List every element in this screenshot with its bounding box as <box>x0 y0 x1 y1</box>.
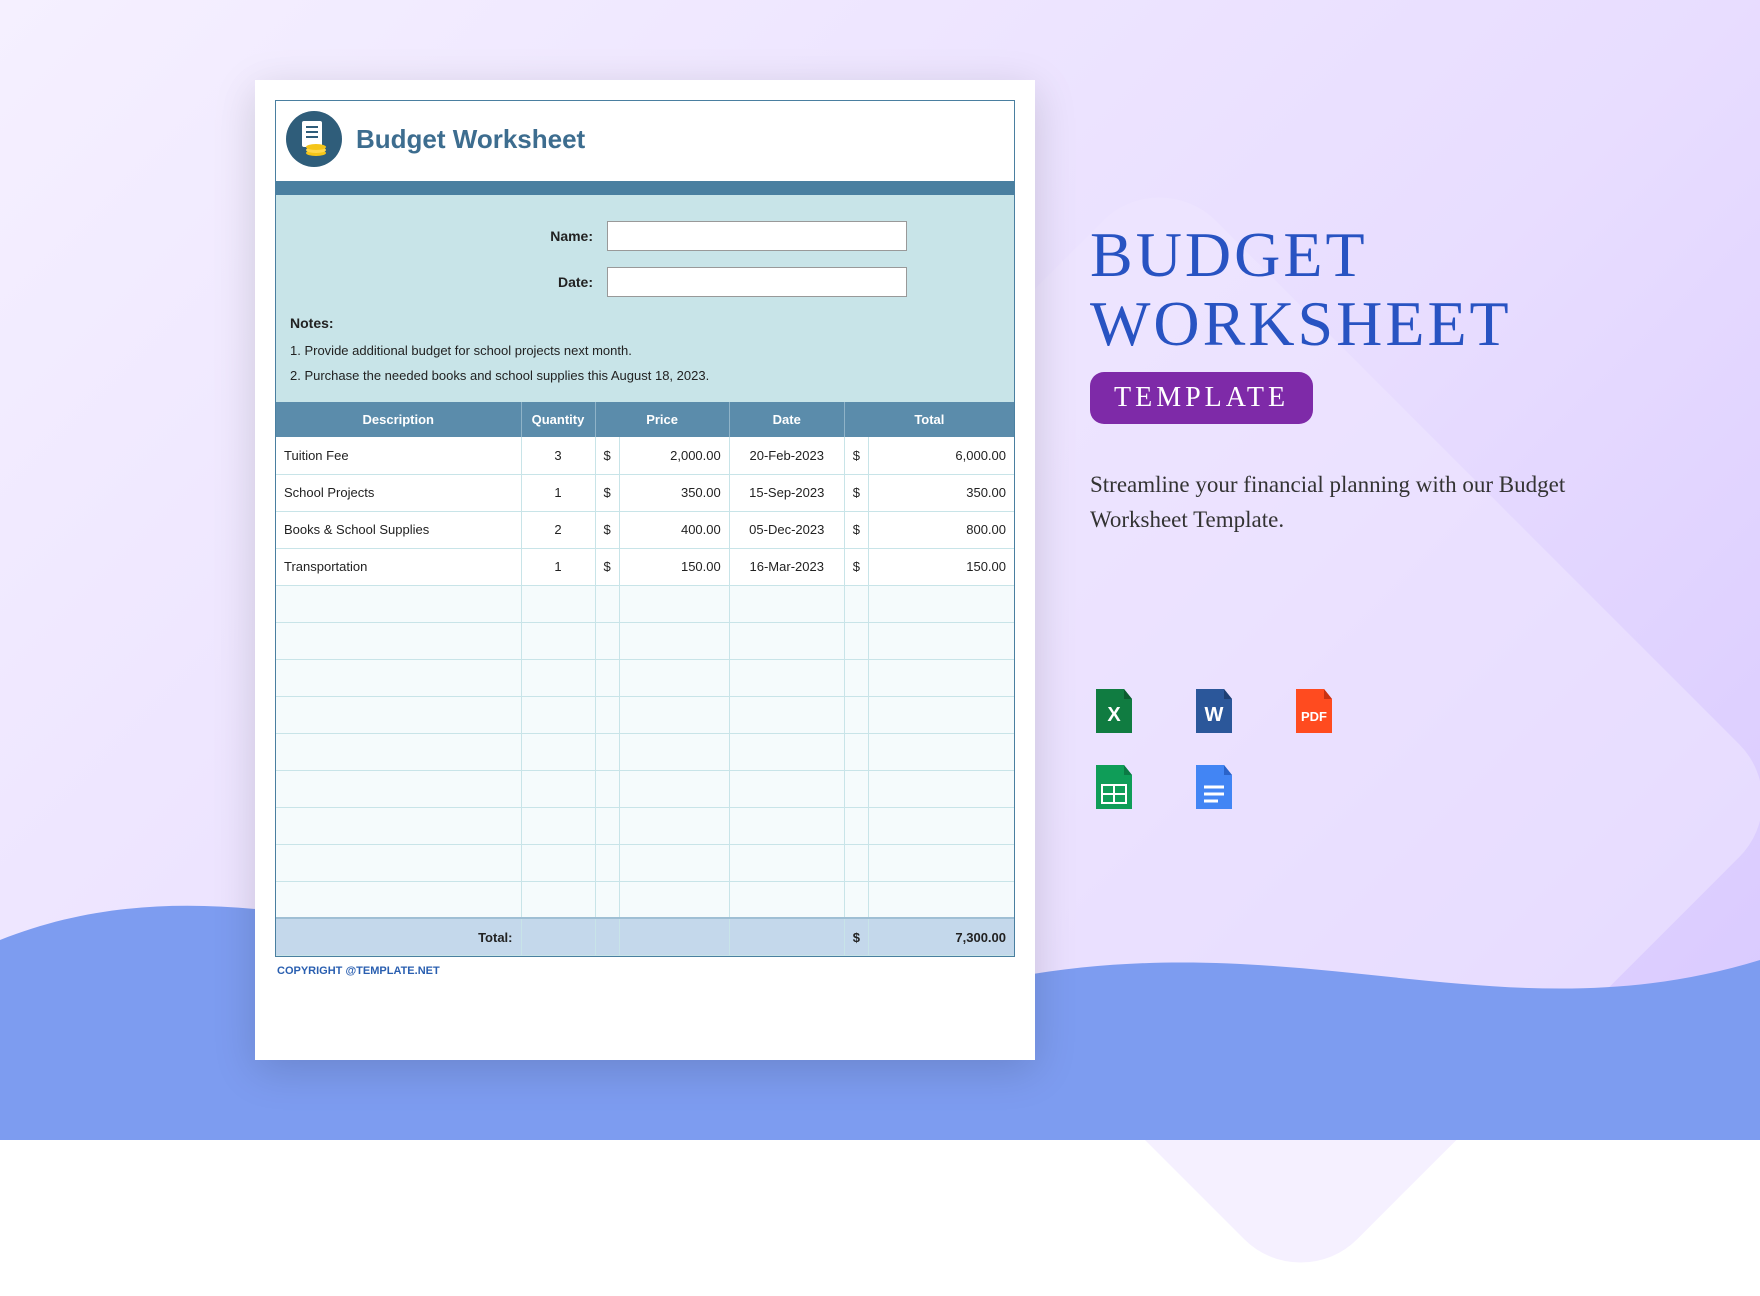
name-row: Name: <box>290 221 1000 251</box>
cell-date: 15-Sep-2023 <box>729 474 844 511</box>
promo-subtitle: Streamline your financial planning with … <box>1090 468 1590 537</box>
cell-date: 05-Dec-2023 <box>729 511 844 548</box>
cell-price: 400.00 <box>619 511 729 548</box>
cell-total-currency: $ <box>844 474 868 511</box>
name-input[interactable] <box>607 221 907 251</box>
copyright-text: COPYRIGHT @TEMPLATE.NET <box>277 965 1015 977</box>
table-total-row: Total: $7,300.00 <box>276 918 1014 955</box>
table-row-empty <box>276 807 1014 844</box>
note-2: 2. Purchase the needed books and school … <box>290 364 1000 389</box>
table-row-empty <box>276 585 1014 622</box>
cell-total-currency: $ <box>844 437 868 474</box>
promo-line1: BUDGET <box>1090 219 1368 290</box>
cell-description: Books & School Supplies <box>276 511 521 548</box>
col-description: Description <box>276 402 521 437</box>
cell-quantity: 1 <box>521 474 595 511</box>
notes-heading: Notes: <box>290 315 1000 331</box>
table-row-empty <box>276 696 1014 733</box>
cell-price-currency: $ <box>595 511 619 548</box>
col-total: Total <box>844 402 1014 437</box>
format-word-icon[interactable]: W <box>1190 687 1238 735</box>
svg-text:PDF: PDF <box>1301 709 1327 724</box>
table-header-row: Description Quantity Price Date Total <box>276 402 1014 437</box>
cell-description: Tuition Fee <box>276 437 521 474</box>
table-row: Books & School Supplies2$400.0005-Dec-20… <box>276 511 1014 548</box>
col-quantity: Quantity <box>521 402 595 437</box>
budget-logo-icon <box>286 111 342 167</box>
col-date: Date <box>729 402 844 437</box>
promo-headline: BUDGET WORKSHEET <box>1090 220 1590 358</box>
cell-price: 150.00 <box>619 548 729 585</box>
cell-date: 16-Mar-2023 <box>729 548 844 585</box>
notes-list: 1. Provide additional budget for school … <box>290 339 1000 388</box>
document-preview: Budget Worksheet Name: Date: Notes: 1. P… <box>255 80 1035 1060</box>
budget-table: Description Quantity Price Date Total Tu… <box>276 402 1014 956</box>
date-row: Date: <box>290 267 1000 297</box>
format-pdf-icon[interactable]: PDF <box>1290 687 1338 735</box>
cell-price: 350.00 <box>619 474 729 511</box>
cell-total: 800.00 <box>868 511 1014 548</box>
cell-total: 6,000.00 <box>868 437 1014 474</box>
promo-panel: BUDGET WORKSHEET TEMPLATE Streamline you… <box>1090 220 1590 811</box>
col-price: Price <box>595 402 729 437</box>
cell-price-currency: $ <box>595 474 619 511</box>
table-row: Tuition Fee3$2,000.0020-Feb-2023$6,000.0… <box>276 437 1014 474</box>
grand-total: 7,300.00 <box>868 918 1014 955</box>
table-row: Transportation1$150.0016-Mar-2023$150.00 <box>276 548 1014 585</box>
date-label: Date: <box>383 274 593 290</box>
cell-price-currency: $ <box>595 437 619 474</box>
format-google-sheets-icon[interactable] <box>1090 763 1138 811</box>
cell-quantity: 1 <box>521 548 595 585</box>
cell-total: 350.00 <box>868 474 1014 511</box>
total-label: Total: <box>276 918 521 955</box>
total-currency: $ <box>844 918 868 955</box>
cell-total-currency: $ <box>844 548 868 585</box>
table-row-empty <box>276 770 1014 807</box>
table-row: School Projects1$350.0015-Sep-2023$350.0… <box>276 474 1014 511</box>
format-excel-icon[interactable]: X <box>1090 687 1138 735</box>
cell-price: 2,000.00 <box>619 437 729 474</box>
date-input[interactable] <box>607 267 907 297</box>
table-row-empty <box>276 622 1014 659</box>
table-row-empty <box>276 844 1014 881</box>
format-google-docs-icon[interactable] <box>1190 763 1238 811</box>
cell-price-currency: $ <box>595 548 619 585</box>
table-row-empty <box>276 659 1014 696</box>
note-1: 1. Provide additional budget for school … <box>290 339 1000 364</box>
name-label: Name: <box>383 228 593 244</box>
table-row-empty <box>276 881 1014 918</box>
promo-line2: WORKSHEET <box>1090 288 1512 359</box>
template-badge: TEMPLATE <box>1090 372 1313 424</box>
table-row-empty <box>276 733 1014 770</box>
document-header: Budget Worksheet <box>276 101 1014 181</box>
cell-total: 150.00 <box>868 548 1014 585</box>
cell-quantity: 2 <box>521 511 595 548</box>
document-title: Budget Worksheet <box>356 124 585 155</box>
header-band <box>276 181 1014 195</box>
cell-date: 20-Feb-2023 <box>729 437 844 474</box>
cell-description: School Projects <box>276 474 521 511</box>
svg-text:X: X <box>1107 704 1121 726</box>
cell-total-currency: $ <box>844 511 868 548</box>
svg-text:W: W <box>1205 704 1224 726</box>
cell-description: Transportation <box>276 548 521 585</box>
cell-quantity: 3 <box>521 437 595 474</box>
format-icons: X W PDF <box>1090 687 1590 811</box>
